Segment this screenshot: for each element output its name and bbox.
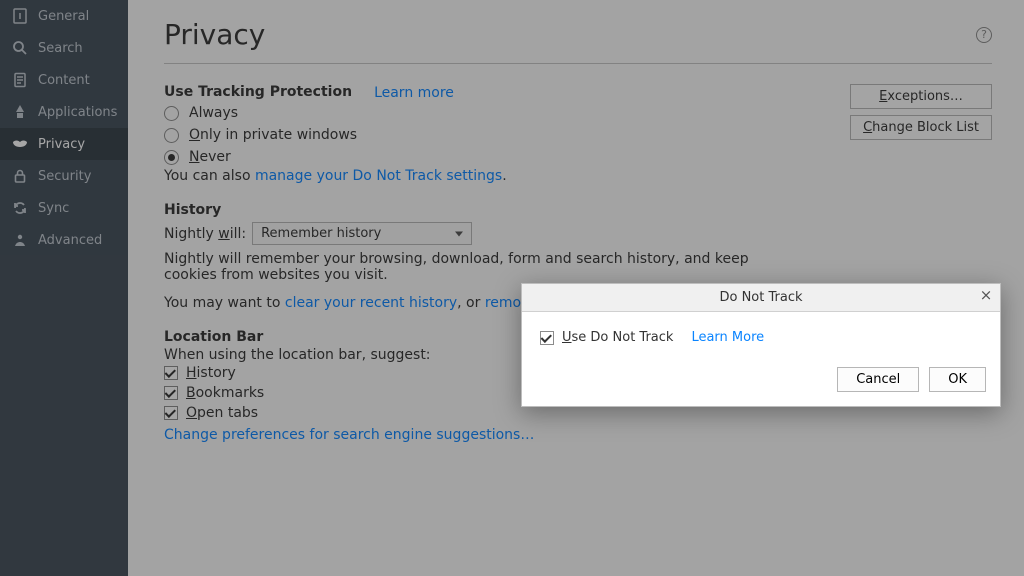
sidebar-item-label: Privacy: [38, 137, 85, 152]
radio-label: Always: [189, 105, 238, 121]
sync-icon: [12, 200, 28, 216]
history-mode-select[interactable]: Remember history: [252, 222, 472, 245]
dnt-learn-more-link[interactable]: Learn More: [691, 330, 764, 345]
checkbox-label: HistoryHistory: [186, 365, 236, 381]
dnt-note: You can also manage your Do Not Track se…: [164, 168, 507, 184]
change-block-list-button[interactable]: Change Block ListChange Block List: [850, 115, 992, 140]
sidebar-item-search[interactable]: Search: [0, 32, 128, 64]
applications-icon: [12, 104, 28, 120]
use-dnt-checkbox[interactable]: Use Do Not TrackUse Do Not Track: [540, 328, 673, 347]
close-icon: ×: [980, 286, 993, 304]
search-icon: [12, 40, 28, 56]
exceptions-button[interactable]: Exceptions…Exceptions…: [850, 84, 992, 109]
sidebar-item-label: Content: [38, 73, 90, 88]
sidebar-item-sync[interactable]: Sync: [0, 192, 128, 224]
history-heading: History: [164, 202, 992, 218]
history-desc: Nightly will remember your browsing, dow…: [164, 251, 804, 283]
checkbox-label: Use Do Not TrackUse Do Not Track: [562, 330, 673, 345]
sidebar-item-security[interactable]: Security: [0, 160, 128, 192]
history-will-label: Nightly will:Nightly will:: [164, 226, 246, 242]
tracking-radio-never[interactable]: NeverNever: [164, 146, 507, 168]
lock-icon: [12, 168, 28, 184]
advanced-icon: [12, 232, 28, 248]
dialog-titlebar: Do Not Track ×: [522, 284, 1000, 312]
do-not-track-dialog: Do Not Track × Use Do Not TrackUse Do No…: [521, 283, 1001, 407]
general-icon: [12, 8, 28, 24]
tracking-radio-always[interactable]: Always: [164, 102, 507, 124]
radio-label: OOnly in private windowsnly in private w…: [189, 127, 357, 143]
sidebar-item-label: Sync: [38, 201, 69, 216]
sidebar-item-content[interactable]: Content: [0, 64, 128, 96]
dialog-cancel-button[interactable]: Cancel: [837, 367, 919, 392]
preferences-sidebar: General Search Content Applications Priv…: [0, 0, 128, 576]
sidebar-item-general[interactable]: General: [0, 0, 128, 32]
document-icon: [12, 72, 28, 88]
tracking-learn-more-link[interactable]: Learn more: [374, 85, 454, 101]
sidebar-item-label: Applications: [38, 105, 117, 120]
tracking-heading: Use Tracking Protection: [164, 84, 352, 100]
manage-dnt-link[interactable]: manage your Do Not Track settings: [255, 168, 502, 184]
sidebar-item-label: General: [38, 9, 89, 24]
checkbox-label: Open tabsOpen tabs: [186, 405, 258, 421]
dialog-title: Do Not Track: [719, 290, 802, 305]
radio-label: NeverNever: [189, 149, 231, 165]
sidebar-item-label: Advanced: [38, 233, 102, 248]
search-suggestion-prefs-link[interactable]: Change preferences for search engine sug…: [164, 427, 992, 443]
sidebar-item-label: Security: [38, 169, 91, 184]
sidebar-item-privacy[interactable]: Privacy: [0, 128, 128, 160]
tracking-radio-private[interactable]: OOnly in private windowsnly in private w…: [164, 124, 507, 146]
dialog-ok-button[interactable]: OK: [929, 367, 986, 392]
sidebar-item-advanced[interactable]: Advanced: [0, 224, 128, 256]
help-icon[interactable]: ?: [976, 27, 992, 43]
clear-history-link[interactable]: clear your recent history: [285, 295, 457, 311]
dialog-close-button[interactable]: ×: [978, 288, 994, 304]
mask-icon: [12, 136, 28, 152]
page-title: Privacy: [164, 18, 265, 51]
sidebar-item-applications[interactable]: Applications: [0, 96, 128, 128]
checkbox-label: BookmarksBookmarks: [186, 385, 264, 401]
tracking-protection-section: Use Tracking Protection Learn more Alway…: [164, 84, 992, 184]
sidebar-item-label: Search: [38, 41, 83, 56]
app-root: General Search Content Applications Priv…: [0, 0, 1024, 576]
